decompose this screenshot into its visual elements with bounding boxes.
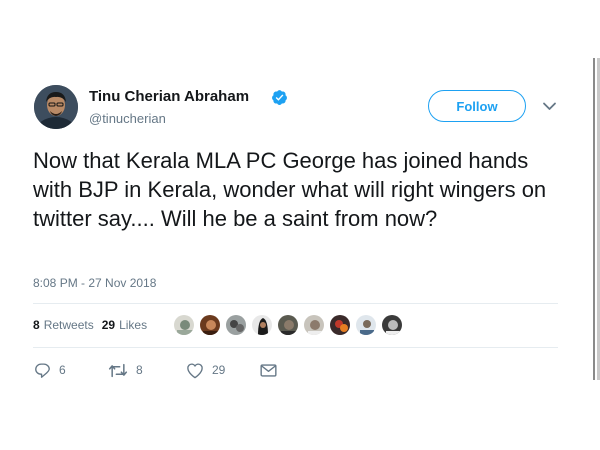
retweet-icon — [108, 363, 128, 377]
liker-avatar[interactable] — [355, 314, 377, 336]
reply-icon — [35, 362, 50, 378]
right-edge-border — [593, 58, 600, 380]
divider — [33, 303, 558, 304]
retweets-stat-count: 8 — [33, 318, 40, 332]
retweet-count: 8 — [136, 363, 143, 377]
liker-avatar[interactable] — [381, 314, 403, 336]
divider — [33, 347, 558, 348]
like-button[interactable]: 29 — [186, 360, 225, 380]
follow-button[interactable]: Follow — [428, 90, 526, 122]
heart-icon — [187, 362, 203, 378]
liker-avatar[interactable] — [225, 314, 247, 336]
likes-stat-count: 29 — [101, 318, 116, 332]
like-count: 29 — [212, 363, 226, 377]
retweets-stat[interactable]: 8 Retweets — [33, 318, 94, 332]
retweet-button[interactable]: 8 — [108, 360, 143, 380]
direct-message-button[interactable] — [260, 360, 277, 380]
user-handle[interactable]: @tinucherian — [89, 111, 166, 126]
liker-avatar[interactable] — [329, 314, 351, 336]
liker-avatar[interactable] — [173, 314, 195, 336]
user-display-name[interactable]: Tinu Cherian Abraham — [89, 88, 249, 105]
tweet-text: Now that Kerala MLA PC George has joined… — [33, 148, 547, 231]
likes-stat-label: Likes — [119, 318, 148, 332]
tweet-timestamp[interactable]: 8:08 PM - 27 Nov 2018 — [33, 276, 156, 290]
liker-avatar[interactable] — [303, 314, 325, 336]
likes-stat[interactable]: 29 Likes — [102, 318, 147, 332]
envelope-icon — [260, 363, 277, 377]
liker-avatar[interactable] — [277, 314, 299, 336]
avatar[interactable] — [34, 85, 78, 129]
chevron-down-icon[interactable] — [542, 100, 557, 112]
liker-avatar[interactable] — [251, 314, 273, 336]
verified-badge-icon — [272, 90, 287, 105]
reply-count: 6 — [59, 363, 66, 377]
liker-avatar[interactable] — [199, 314, 221, 336]
retweets-stat-label: Retweets — [43, 318, 94, 332]
reply-button[interactable]: 6 — [34, 360, 66, 380]
likers-avatars — [173, 314, 407, 338]
tweet-stats: 8 Retweets 29 Likes — [33, 318, 147, 332]
